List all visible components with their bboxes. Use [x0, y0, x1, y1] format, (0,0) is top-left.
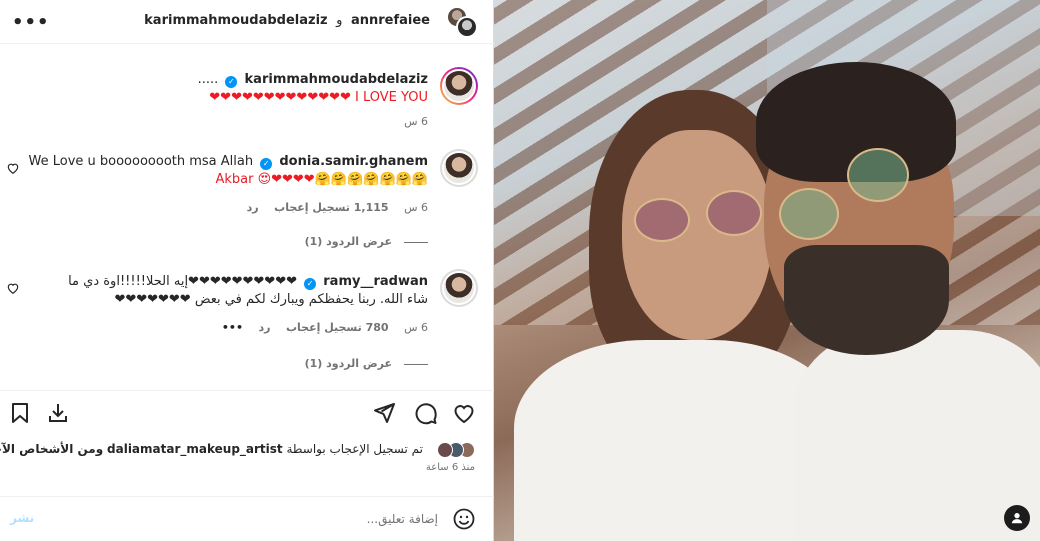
reply-button[interactable]: رد [247, 201, 259, 214]
post-photo[interactable] [494, 0, 1040, 541]
view-replies-button[interactable]: عرض الردود (1) [305, 235, 428, 248]
like-comment-icon[interactable] [6, 161, 20, 175]
comment-time[interactable]: 6 س [404, 201, 428, 214]
avatar[interactable] [440, 149, 478, 187]
verified-icon: ✓ [260, 158, 273, 170]
reply-button[interactable]: رد [258, 321, 270, 334]
avatar[interactable] [440, 67, 478, 105]
comment-likes[interactable]: 780 تسجيل إعجاب [286, 321, 389, 334]
post-authors: karimmahmoudabdelaziz و annrefaiee [144, 13, 430, 28]
author-link-2[interactable]: annrefaiee [351, 13, 430, 28]
avatar [437, 442, 453, 458]
comment-time[interactable]: 6 س [404, 321, 428, 334]
person-shirt [794, 330, 1040, 541]
comment-meta: 6 س 1,115 تسجيل إعجاب رد [235, 201, 428, 214]
comment-likes[interactable]: 1,115 تسجيل إعجاب [274, 201, 388, 214]
comment-meta: 6 س 780 تسجيل إعجاب رد ••• [210, 321, 428, 334]
comment-icon[interactable] [414, 401, 438, 425]
verified-icon: ✓ [304, 278, 317, 290]
comment-text: ramy__radwan ✓ ❤❤❤❤❤❤❤❤❤❤إيه الحلا!!!!!ا… [8, 273, 428, 309]
avatar [456, 16, 478, 38]
bookmark-icon[interactable] [8, 401, 32, 425]
post-button[interactable]: نشر [10, 511, 34, 525]
user-icon [1011, 513, 1023, 524]
author-connector: و [336, 13, 343, 28]
like-comment-icon[interactable] [6, 281, 20, 295]
person-beard [784, 245, 949, 355]
sunglasses-lens [779, 188, 839, 240]
download-icon[interactable] [46, 401, 70, 425]
comment-text: karimmahmoudabdelaziz ✓ ..... I LOVE YOU… [198, 71, 428, 107]
divider [404, 241, 428, 243]
author-link-1[interactable]: karimmahmoudabdelaziz [144, 13, 327, 28]
sunglasses-lens [847, 148, 909, 202]
post-header: ••• karimmahmoudabdelaziz و annrefaiee [0, 0, 494, 44]
tagged-users-button[interactable] [1004, 505, 1030, 531]
comment-options-button[interactable]: ••• [222, 321, 243, 334]
comment-body-line2: Akbar 😍❤❤❤❤🤗🤗🤗🤗🤗🤗🤗 [215, 172, 428, 187]
comment-meta: 6 س [392, 115, 428, 128]
emoji-icon[interactable] [452, 507, 476, 531]
view-replies-button[interactable]: عرض الردود (1) [305, 357, 428, 370]
comments-list: karimmahmoudabdelaziz ✓ ..... I LOVE YOU… [0, 45, 494, 390]
comment-body-line1: ❤❤❤❤❤❤❤❤❤❤إيه الحلا!!!!!اوة دي ما [68, 274, 297, 289]
comment-time[interactable]: 6 س [404, 115, 428, 128]
share-icon[interactable] [372, 401, 396, 425]
view-replies-label: عرض الردود (1) [304, 357, 392, 370]
post-comments-panel: ••• karimmahmoudabdelaziz و annrefaiee k… [0, 0, 494, 541]
comment-username[interactable]: donia.samir.ghanem [279, 154, 428, 169]
comment-input[interactable] [68, 509, 438, 529]
comment-username[interactable]: ramy__radwan [323, 274, 428, 289]
liked-by-user[interactable]: daliamatar_makeup_artist [107, 442, 283, 456]
liked-by-others[interactable]: ومن الأشخاص الآخرين [0, 442, 103, 456]
avatar[interactable] [440, 269, 478, 307]
likers-avatars[interactable] [437, 440, 475, 460]
comment-body-line1: We Love u booooooooth msa Allah [28, 154, 254, 169]
sunglasses-lens [706, 190, 762, 236]
comment-body: I LOVE YOU ❤❤❤❤❤❤❤❤❤❤❤❤❤ [209, 90, 428, 105]
authors-avatar[interactable] [446, 6, 478, 38]
comment-body-line2: شاء الله. ربنا يحفظكم ويبارك لكم في بعض … [114, 292, 428, 307]
like-icon[interactable] [452, 401, 476, 425]
more-options-button[interactable]: ••• [12, 12, 50, 33]
comment-prefix: ..... [197, 72, 219, 87]
comment-username[interactable]: karimmahmoudabdelaziz [245, 72, 428, 87]
post-time[interactable]: منذ 6 ساعة [426, 462, 475, 473]
add-comment-bar: نشر [0, 496, 494, 541]
liked-by-text: تم تسجيل الإعجاب بواسطة daliamatar_makeu… [0, 442, 423, 456]
divider [404, 363, 428, 365]
liked-by-prefix: تم تسجيل الإعجاب بواسطة [286, 442, 423, 456]
post-actions [0, 390, 494, 434]
verified-icon: ✓ [225, 76, 238, 88]
sunglasses-lens [634, 198, 690, 242]
view-replies-label: عرض الردود (1) [304, 235, 392, 248]
comment-text: donia.samir.ghanem ✓ We Love u boooooooo… [29, 153, 429, 189]
